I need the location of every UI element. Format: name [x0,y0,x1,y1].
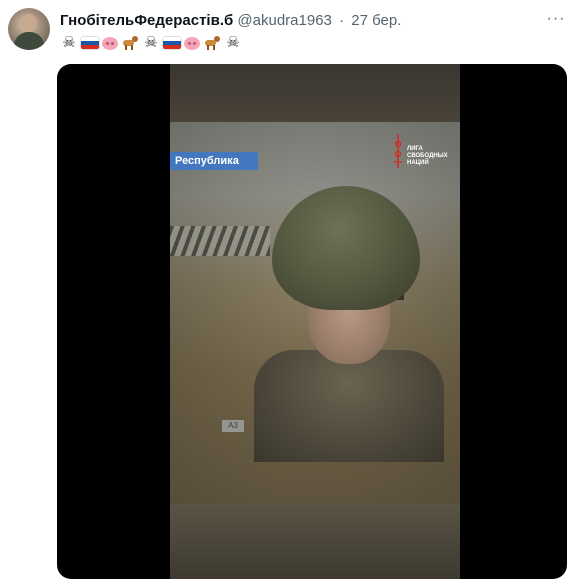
avatar[interactable] [8,8,50,50]
separator-dot: · [339,12,345,29]
tweet-header: ГнобітельФедерастів.б @akudra1963 · 27 б… [60,11,401,31]
skull-crossbones-icon: ☠ [226,34,240,51]
tweet-card: ГнобітельФедерастів.б @akudra1963 · 27 б… [0,0,578,586]
corner-tag: A3 [222,420,244,432]
soldier-body [254,350,444,462]
more-options-button[interactable]: ··· [546,11,566,32]
background-fence [170,226,270,256]
watermark-text: ЛИГА СВОБОДНЫХ НАЦИЙ [407,146,448,166]
watermark-logo-icon [394,134,402,168]
tweet-date[interactable]: 27 бер. [351,12,401,29]
video-player[interactable]: Республика A3 ЛИГА СВОБОДНЫХ НАЦИЙ [57,64,567,579]
skull-crossbones-icon: ☠ [62,34,76,51]
dog-icon [121,35,139,51]
russia-flag-icon [163,37,181,49]
pig-face-icon [184,36,200,50]
watermark: ЛИГА СВОБОДНЫХ НАЦИЙ [393,134,453,174]
tweet-text: ☠ ☠ ☠ [60,33,242,53]
pig-face-icon [102,36,118,50]
russia-flag-icon [81,37,99,49]
dog-icon [203,35,221,51]
skull-crossbones-icon: ☠ [144,34,158,51]
tv-bottom-edge [170,504,460,579]
avatar-body-shape [14,32,44,50]
avatar-head-shape [21,14,37,32]
display-name[interactable]: ГнобітельФедерастів.б [60,12,233,29]
user-handle[interactable]: @akudra1963 [237,12,331,29]
channel-label: Республика [175,155,239,167]
video-frame[interactable]: Республика A3 ЛИГА СВОБОДНЫХ НАЦИЙ [170,64,460,579]
